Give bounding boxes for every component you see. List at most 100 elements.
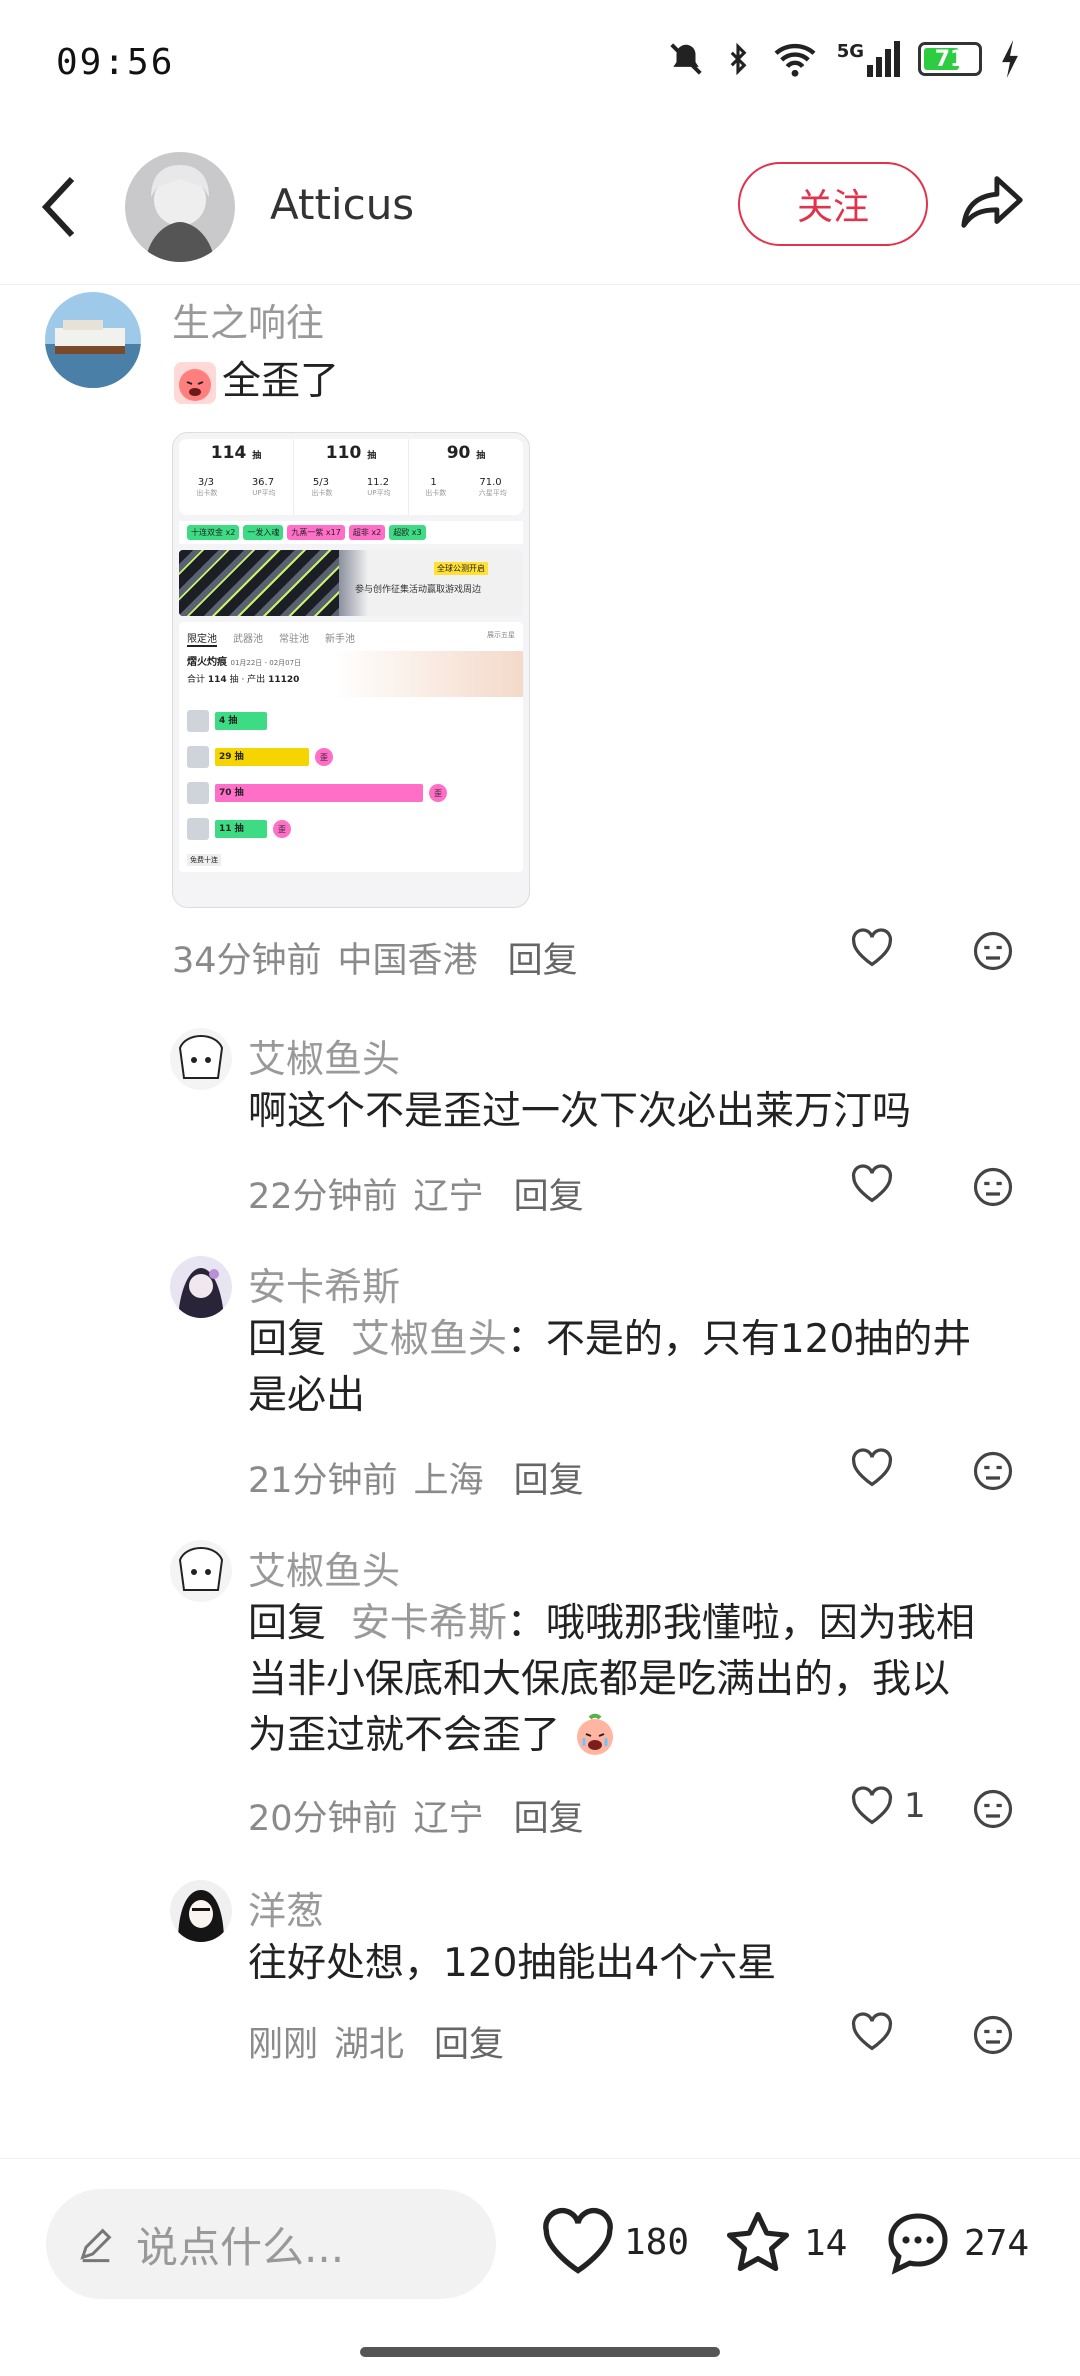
reply-button[interactable]: 回复 bbox=[434, 2016, 504, 2067]
stat-value: 114 bbox=[210, 443, 247, 463]
home-indicator[interactable] bbox=[360, 2347, 720, 2357]
character-thumbnail bbox=[187, 710, 209, 732]
comment-author[interactable]: 生之响往 bbox=[172, 292, 324, 347]
comment-text-line1: ：哦哦那我懂啦，因为我相 bbox=[506, 1601, 975, 1646]
pool-header: 熠火灼痕 01月22日 - 02月07日 合计 114 抽 · 产出 11120 bbox=[179, 651, 523, 697]
author-name[interactable]: Atticus bbox=[270, 180, 414, 229]
tag: 九蒸一紫 x17 bbox=[287, 525, 345, 540]
comment-location: 湖北 bbox=[334, 2025, 405, 2065]
commenter-avatar[interactable] bbox=[170, 1028, 232, 1090]
bottom-action-bar: 说点什么... 180 14 274 bbox=[0, 2158, 1080, 2376]
like-button[interactable] bbox=[850, 1164, 904, 1204]
reply-button[interactable]: 回复 bbox=[514, 1790, 584, 1841]
comment-text: 往好处想，120抽能出4个六星 bbox=[248, 1941, 777, 1986]
stat-a: 3/3 bbox=[197, 477, 214, 488]
reply-button[interactable]: 回复 bbox=[514, 1168, 584, 1219]
output-label: 产出 bbox=[247, 675, 266, 685]
reply-prefix: 回复 bbox=[248, 1601, 327, 1646]
comment-author[interactable]: 艾椒鱼头 bbox=[248, 1028, 400, 1083]
stat-b-label: 六星平均 bbox=[478, 489, 507, 497]
comment-author[interactable]: 艾椒鱼头 bbox=[248, 1540, 400, 1595]
stat-a-label: 出卡数 bbox=[425, 489, 447, 497]
commenter-avatar[interactable] bbox=[170, 1540, 232, 1602]
promo-banner[interactable]: 全球公测开启 参与创作征集活动赢取游戏周边 bbox=[179, 550, 523, 616]
dislike-face-icon[interactable] bbox=[972, 1166, 1014, 1208]
comment-time: 刚刚 bbox=[248, 2025, 319, 2065]
like-button[interactable]: 1 bbox=[850, 1786, 926, 1826]
comment-location: 中国香港 bbox=[337, 941, 478, 981]
banner-text: 参与创作征集活动赢取游戏周边 bbox=[355, 585, 482, 595]
commenter-avatar[interactable] bbox=[45, 292, 141, 388]
pull-bar-row: 29 抽歪 bbox=[187, 739, 515, 775]
reply-button[interactable]: 回复 bbox=[508, 932, 578, 983]
comment-text: 回复 艾椒鱼头：不是的，只有120抽的井 是必出 bbox=[248, 1312, 971, 1424]
tag: 超非 x2 bbox=[348, 525, 386, 540]
stat-a: 1 bbox=[430, 477, 437, 488]
comment-text: 回复 安卡希斯：哦哦那我懂啦，因为我相 当非小保底和大保底都是吃满出的，我以 为… bbox=[248, 1596, 975, 1764]
comment-author[interactable]: 安卡希斯 bbox=[248, 1256, 400, 1311]
stat-block: 90 抽 1 71.0 出卡数 六星平均 bbox=[409, 439, 523, 515]
comment-meta: 20分钟前 辽宁 回复 bbox=[248, 1790, 584, 1841]
follow-button[interactable]: 关注 bbox=[738, 162, 928, 246]
comment-line: 回复 艾椒鱼头：不是的，只有120抽的井 bbox=[248, 1312, 971, 1368]
reply-target-user[interactable]: 安卡希斯 bbox=[351, 1601, 507, 1646]
tag: 一发入魂 bbox=[243, 525, 284, 540]
dislike-face-icon[interactable] bbox=[972, 1450, 1014, 1492]
stat-a-label: 出卡数 bbox=[311, 489, 333, 497]
dislike-face-icon[interactable] bbox=[972, 2014, 1014, 2056]
comment-author[interactable]: 洋葱 bbox=[248, 1880, 324, 1935]
like-button[interactable] bbox=[850, 1448, 904, 1488]
heart-icon bbox=[851, 1448, 893, 1487]
pull-bar: 4 抽 bbox=[215, 712, 267, 730]
comment-input[interactable]: 说点什么... bbox=[46, 2189, 496, 2299]
reply-target-user[interactable]: 艾椒鱼头 bbox=[351, 1317, 507, 1362]
comment-location: 辽宁 bbox=[413, 1799, 484, 1839]
share-icon[interactable] bbox=[958, 170, 1028, 234]
tab-weapon[interactable]: 武器池 bbox=[233, 630, 263, 647]
pool-tabs: 限定池 武器池 常驻池 新手池 展示五星 bbox=[179, 622, 523, 651]
off-banner-tag: 歪 bbox=[429, 784, 447, 802]
gacha-stats-screenshot[interactable]: 114 抽 3/3 36.7 出卡数 UP平均 110 抽 5/3 11.2 出卡数 U… bbox=[172, 432, 530, 908]
post-collect-button[interactable]: 14 bbox=[720, 2207, 847, 2279]
comment-text-line2: 当非小保底和大保底都是吃满出的，我以 bbox=[248, 1657, 951, 1702]
dislike-face-icon[interactable] bbox=[972, 1788, 1014, 1830]
post-comment-button[interactable]: 274 bbox=[880, 2207, 1029, 2279]
like-button[interactable] bbox=[850, 2012, 904, 2052]
stat-b: 36.7 bbox=[251, 477, 275, 488]
stat-a: 5/3 bbox=[312, 477, 329, 488]
comment-item: 生之响往 全歪了 114 抽 3/3 36.7 出卡数 UP平均 110 抽 5/3… bbox=[0, 292, 1080, 992]
reply-button[interactable]: 回复 bbox=[514, 1452, 584, 1503]
post-like-button[interactable]: 180 bbox=[540, 2207, 689, 2277]
tab-standard[interactable]: 常驻池 bbox=[279, 630, 309, 647]
stat-unit: 抽 bbox=[476, 451, 486, 461]
pencil-icon bbox=[80, 2228, 112, 2263]
commenter-avatar[interactable] bbox=[170, 1880, 232, 1942]
battery-level: 71 bbox=[934, 46, 966, 72]
speech-bubble-icon bbox=[888, 2213, 948, 2275]
stat-block: 110 抽 5/3 11.2 出卡数 UP平均 bbox=[294, 439, 409, 515]
tag: 超欧 x3 bbox=[389, 525, 426, 540]
dislike-face-icon[interactable] bbox=[972, 930, 1014, 972]
commenter-avatar[interactable] bbox=[170, 1256, 232, 1318]
pool-panel: 限定池 武器池 常驻池 新手池 展示五星 熠火灼痕 01月22日 - 02月07… bbox=[179, 622, 523, 872]
back-arrow-icon[interactable] bbox=[40, 175, 80, 239]
total-unit: 抽 bbox=[229, 675, 239, 685]
like-button[interactable] bbox=[850, 928, 904, 968]
stat-value: 90 bbox=[446, 443, 471, 463]
signal-5g-icon: 5G bbox=[837, 41, 900, 77]
toggle-label: 展示五星 bbox=[487, 631, 515, 639]
off-banner-tag: 歪 bbox=[273, 820, 291, 838]
comment-meta: 21分钟前 上海 回复 bbox=[248, 1452, 584, 1503]
pool-dates: 01月22日 - 02月07日 bbox=[230, 659, 302, 667]
comment-line: 为歪过就不会歪了 bbox=[248, 1708, 975, 1764]
tab-limited[interactable]: 限定池 bbox=[187, 630, 217, 647]
stat-unit: 抽 bbox=[252, 451, 262, 461]
tab-newbie[interactable]: 新手池 bbox=[325, 630, 355, 647]
author-avatar[interactable] bbox=[125, 152, 235, 262]
comment-location: 辽宁 bbox=[413, 1177, 484, 1217]
character-thumbnail bbox=[187, 818, 209, 840]
stat-block: 114 抽 3/3 36.7 出卡数 UP平均 bbox=[179, 439, 294, 515]
comment-location: 上海 bbox=[413, 1461, 484, 1501]
character-thumbnail bbox=[187, 782, 209, 804]
stat-value: 110 bbox=[325, 443, 362, 463]
